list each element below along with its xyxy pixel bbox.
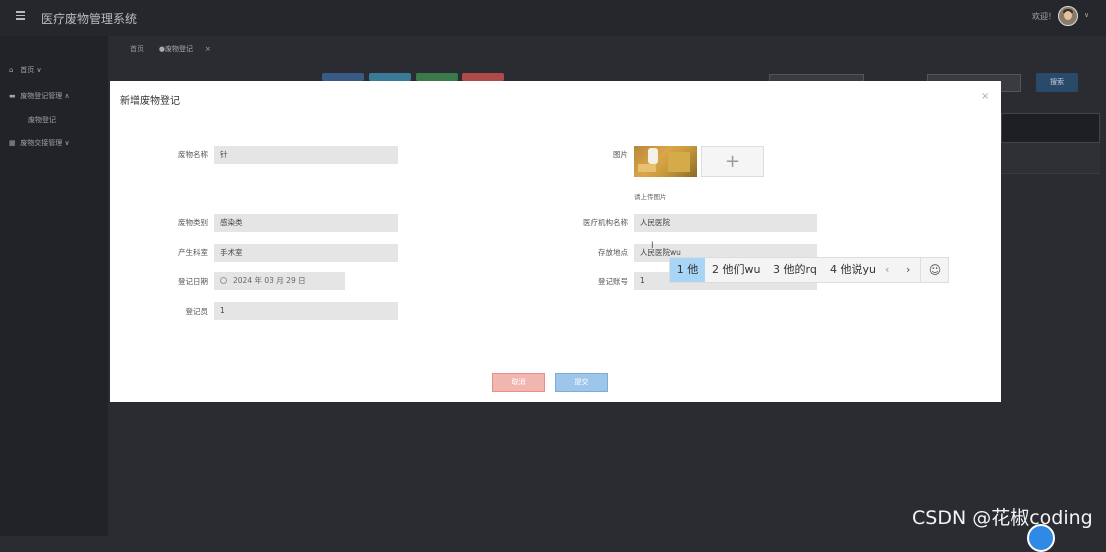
uploaded-image[interactable] bbox=[634, 146, 697, 177]
ime-candidate[interactable]: 2 他们wu bbox=[712, 258, 760, 282]
waste-name-label: 废物名称 bbox=[178, 150, 208, 159]
date-picker[interactable]: 2024 年 03 月 29 日 bbox=[214, 272, 345, 290]
registrar-label: 登记员 bbox=[185, 307, 209, 316]
account-label: 登记账号 bbox=[598, 277, 628, 286]
edit-button[interactable] bbox=[416, 73, 458, 81]
cancel-button[interactable]: 取消 bbox=[492, 373, 545, 392]
sidebar: ⌂ 首页 ∨ ▬ 废物登记管理 ∧ 废物登记 ▦ 废物交接管理 ∨ bbox=[0, 36, 108, 536]
add-button[interactable] bbox=[322, 73, 364, 81]
sidebar-item-label: 废物登记管理 bbox=[20, 92, 63, 100]
clock-icon bbox=[220, 277, 227, 284]
sidebar-item-label: 废物交接管理 bbox=[20, 139, 63, 147]
date-label: 登记日期 bbox=[178, 277, 208, 286]
sidebar-item-label: 废物登记 bbox=[28, 116, 56, 124]
tab-home[interactable]: 首页 bbox=[127, 42, 147, 56]
floating-action-button[interactable] bbox=[1027, 524, 1055, 552]
chevron-down-icon[interactable]: ∨ bbox=[1084, 11, 1089, 19]
chevron-right-icon[interactable]: › bbox=[906, 258, 910, 282]
sidebar-item-waste-registration-management[interactable]: ▬ 废物登记管理 ∧ bbox=[9, 91, 70, 101]
institution-input[interactable]: 人民医院 bbox=[634, 214, 817, 232]
sidebar-item-home[interactable]: ⌂ 首页 ∨ bbox=[9, 65, 42, 75]
storage-label: 存放地点 bbox=[598, 248, 628, 257]
submit-button[interactable]: 提交 bbox=[555, 373, 608, 392]
plus-icon: + bbox=[724, 151, 741, 172]
detail-button[interactable] bbox=[369, 73, 411, 81]
ime-candidate[interactable]: 3 他的rq bbox=[773, 258, 817, 282]
grid-icon: ▦ bbox=[9, 139, 16, 147]
tab-bar: 首页 ●废物登记 × bbox=[127, 42, 211, 56]
image-label: 图片 bbox=[613, 150, 628, 159]
tab-waste-registration[interactable]: ●废物登记 bbox=[156, 42, 196, 56]
sidebar-item-waste-handover-management[interactable]: ▦ 废物交接管理 ∨ bbox=[9, 138, 70, 148]
institution-label: 医疗机构名称 bbox=[583, 218, 628, 227]
chevron-left-icon[interactable]: ‹ bbox=[885, 258, 889, 282]
close-icon[interactable]: × bbox=[981, 91, 989, 102]
upload-tip: 请上传图片 bbox=[634, 193, 667, 201]
sidebar-item-waste-registration[interactable]: 废物登记 bbox=[28, 115, 56, 125]
close-icon[interactable]: × bbox=[205, 45, 211, 53]
top-bar: 医疗废物管理系统 欢迎！ ∨ bbox=[0, 0, 1106, 36]
ime-candidate[interactable]: 4 他说yu bbox=[830, 258, 876, 282]
chevron-down-icon: ∨ bbox=[36, 66, 42, 74]
text-cursor-icon: I bbox=[651, 241, 654, 251]
upload-button[interactable]: + bbox=[701, 146, 764, 177]
date-value: 2024 年 03 月 29 日 bbox=[233, 276, 306, 285]
department-label: 产生科室 bbox=[178, 248, 208, 257]
waste-name-input[interactable]: 针 bbox=[214, 146, 398, 164]
chevron-down-icon: ∨ bbox=[64, 139, 70, 147]
waste-type-select[interactable]: 感染类 bbox=[214, 214, 398, 232]
watermark: CSDN @花椒coding bbox=[912, 507, 1093, 529]
document-icon: ▬ bbox=[9, 92, 16, 100]
dialog-title: 新增废物登记 bbox=[120, 96, 180, 107]
chevron-up-icon: ∧ bbox=[64, 92, 70, 100]
ime-candidate[interactable]: 1 他 bbox=[670, 258, 705, 282]
home-icon: ⌂ bbox=[9, 66, 14, 74]
app-title: 医疗废物管理系统 bbox=[41, 12, 138, 26]
ime-candidate-bar: 1 他 2 他们wu 3 他的rq 4 他说yu ‹ › ☺ bbox=[669, 257, 949, 283]
add-waste-dialog: 新增废物登记 × 废物名称 针 废物类别 感染类 产生科室 手术室 登记日期 2… bbox=[110, 81, 1001, 402]
emoji-icon[interactable]: ☺ bbox=[920, 258, 949, 282]
avatar[interactable] bbox=[1058, 6, 1078, 26]
department-input[interactable]: 手术室 bbox=[214, 244, 398, 262]
search-button[interactable]: 搜索 bbox=[1036, 73, 1078, 92]
sidebar-item-label: 首页 bbox=[20, 66, 35, 74]
waste-type-label: 废物类别 bbox=[178, 218, 208, 227]
table-row bbox=[1001, 143, 1100, 174]
welcome-text: 欢迎！ bbox=[1032, 12, 1056, 21]
menu-icon[interactable] bbox=[16, 11, 25, 20]
delete-button[interactable] bbox=[462, 73, 504, 81]
registrar-input[interactable]: 1 bbox=[214, 302, 398, 320]
table-header bbox=[1001, 113, 1100, 143]
